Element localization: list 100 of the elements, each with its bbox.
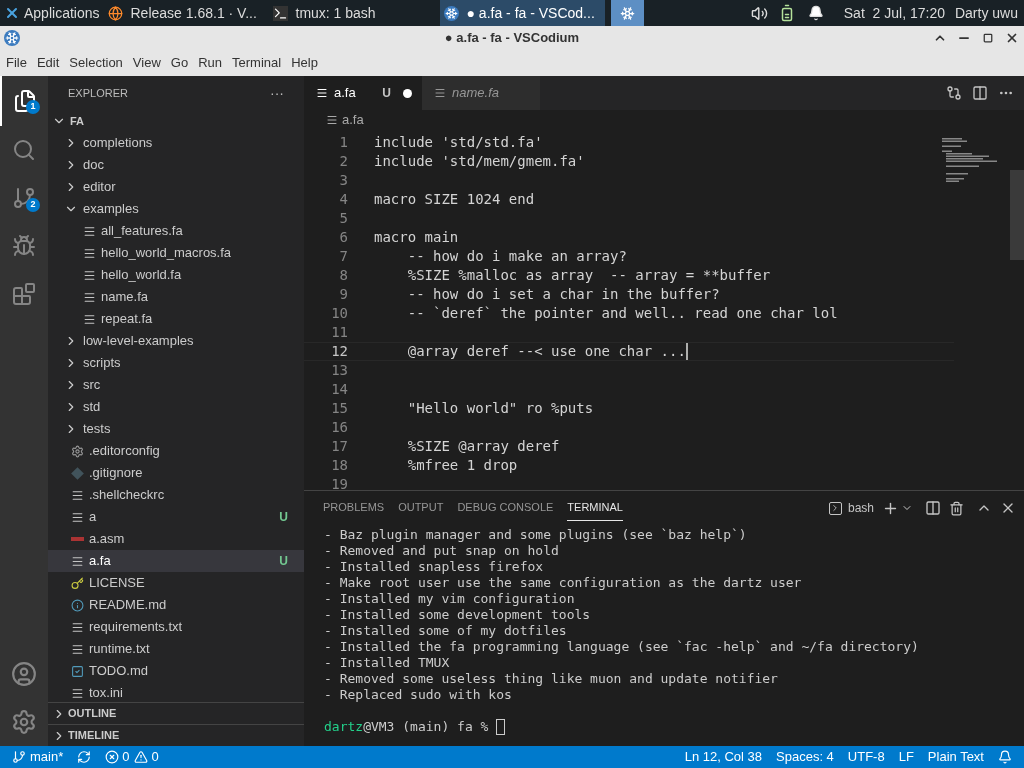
- tree-item[interactable]: .gitignore: [48, 462, 304, 484]
- menu-item[interactable]: Help: [286, 50, 323, 76]
- compare-icon[interactable]: [946, 85, 962, 101]
- source-control-icon[interactable]: [12, 186, 36, 210]
- lines-icon: [71, 488, 84, 502]
- extensions-icon[interactable]: [12, 282, 36, 306]
- terminal-selector[interactable]: bash: [828, 499, 874, 517]
- tree-item[interactable]: tests: [48, 418, 304, 440]
- maximize-icon[interactable]: [983, 33, 993, 43]
- search-icon[interactable]: [12, 138, 36, 162]
- tree-item[interactable]: hello_world_macros.fa: [48, 242, 304, 264]
- cursor-position[interactable]: Ln 12, Col 38: [684, 747, 762, 767]
- tree-item[interactable]: std: [48, 396, 304, 418]
- trash-icon[interactable]: [949, 500, 964, 516]
- lines-icon: [83, 224, 96, 238]
- language-mode[interactable]: Plain Text: [927, 747, 984, 767]
- editor-tab[interactable]: a.fa U: [304, 76, 422, 110]
- tree-item[interactable]: TODO.md: [48, 660, 304, 682]
- lines-icon: [71, 620, 84, 634]
- indentation[interactable]: Spaces: 4: [776, 747, 834, 767]
- run-debug-icon[interactable]: [12, 234, 36, 258]
- notification-bell-icon[interactable]: [807, 5, 824, 21]
- tree-item[interactable]: src: [48, 374, 304, 396]
- problems-indicator[interactable]: 0 0: [105, 747, 159, 767]
- terminal-line: - Replaced sudo with kos: [324, 687, 513, 703]
- branch-indicator[interactable]: main*: [12, 747, 64, 767]
- user-name[interactable]: Darty uwu: [954, 2, 1018, 24]
- panel-tab[interactable]: OUTPUT: [398, 495, 444, 521]
- tree-item[interactable]: hello_world.fa: [48, 264, 304, 286]
- terminal-line: - Installed snapless firefox: [324, 559, 545, 575]
- tree-item[interactable]: tox.ini: [48, 682, 304, 702]
- code-text: include 'std/std.fa': [374, 133, 543, 152]
- breadcrumb[interactable]: a.fa: [342, 110, 364, 130]
- line-number: 8: [338, 266, 348, 285]
- taskbar-window[interactable]: tmux: 1 bash: [268, 0, 434, 26]
- tree-item[interactable]: examples: [48, 198, 304, 220]
- tree-item[interactable]: .editorconfig: [48, 440, 304, 462]
- taskbar-app-button[interactable]: [610, 0, 644, 26]
- tree-item[interactable]: low-level-examples: [48, 330, 304, 352]
- tree-item[interactable]: a U: [48, 506, 304, 528]
- menu-item[interactable]: Edit: [31, 50, 65, 76]
- editor-tab[interactable]: name.fa: [422, 76, 540, 110]
- menu-item[interactable]: File: [1, 50, 32, 76]
- taskbar-window[interactable]: ● a.fa - fa - VSCod...: [439, 0, 605, 26]
- tree-item[interactable]: runtime.txt: [48, 638, 304, 660]
- tree-item[interactable]: .shellcheckrc: [48, 484, 304, 506]
- line-number: 9: [338, 285, 348, 304]
- account-icon[interactable]: [11, 661, 37, 687]
- tree-item[interactable]: a.asm: [48, 528, 304, 550]
- volume-icon[interactable]: [750, 4, 768, 22]
- x-logo-icon: [4, 5, 20, 21]
- lines-icon: [71, 686, 84, 700]
- line-number: 15: [330, 399, 348, 418]
- settings-icon[interactable]: [11, 709, 37, 735]
- tree-item[interactable]: doc: [48, 154, 304, 176]
- line-number: 14: [330, 380, 348, 399]
- tree-item[interactable]: requirements.txt: [48, 616, 304, 638]
- app-icon: [4, 30, 20, 46]
- panel-tab[interactable]: TERMINAL: [567, 495, 623, 521]
- clock[interactable]: Sat 2 Jul, 17:20: [843, 2, 945, 24]
- code-text: -- how do i set a char in the buffer?: [406, 285, 720, 304]
- tree-item[interactable]: name.fa: [48, 286, 304, 308]
- more-actions-button[interactable]: ···: [270, 82, 284, 104]
- applications-menu[interactable]: Applications: [0, 0, 104, 26]
- menu-item[interactable]: View: [127, 50, 166, 76]
- encoding[interactable]: UTF-8: [847, 747, 885, 767]
- panel-tab[interactable]: PROBLEMS: [323, 495, 385, 521]
- menu-item[interactable]: Run: [193, 50, 227, 76]
- menu-item[interactable]: Terminal: [227, 50, 287, 76]
- terminal-icon: [828, 501, 842, 515]
- code-text: macro SIZE 1024 end: [374, 190, 535, 209]
- tree-item[interactable]: all_features.fa: [48, 220, 304, 242]
- tree-item[interactable]: repeat.fa: [48, 308, 304, 330]
- lines-icon: [316, 87, 328, 99]
- section-header[interactable]: OUTLINE: [48, 702, 304, 724]
- line-number: 3: [338, 171, 348, 190]
- terminal-icon: [272, 5, 288, 21]
- taskbar-window[interactable]: Release 1.68.1 · V...: [103, 0, 269, 26]
- terminal-line: - Installed TMUX: [324, 655, 451, 671]
- prompt-text: @VM3 (main) fa %: [363, 719, 490, 735]
- tree-item[interactable]: README.md: [48, 594, 304, 616]
- line-number: 10: [330, 304, 348, 323]
- menu-item[interactable]: Go: [165, 50, 194, 76]
- split-editor-icon[interactable]: [972, 85, 988, 101]
- code-text: %SIZE @array deref: [406, 437, 560, 456]
- close-icon[interactable]: [1005, 31, 1019, 45]
- menu-item[interactable]: Selection: [64, 50, 128, 76]
- lines-icon: [83, 290, 96, 304]
- split-terminal-icon[interactable]: [925, 500, 941, 516]
- tree-item[interactable]: editor: [48, 176, 304, 198]
- tree-item[interactable]: a.fa U: [48, 550, 304, 572]
- tree-item[interactable]: completions: [48, 132, 304, 154]
- line-ending[interactable]: LF: [898, 747, 914, 767]
- sync-icon[interactable]: [77, 750, 92, 764]
- root-folder[interactable]: FA: [48, 110, 304, 132]
- tree-item[interactable]: scripts: [48, 352, 304, 374]
- panel-tab[interactable]: DEBUG CONSOLE: [457, 495, 554, 521]
- asm-icon: [71, 537, 84, 541]
- line-number: 7: [338, 247, 348, 266]
- tree-item[interactable]: LICENSE: [48, 572, 304, 594]
